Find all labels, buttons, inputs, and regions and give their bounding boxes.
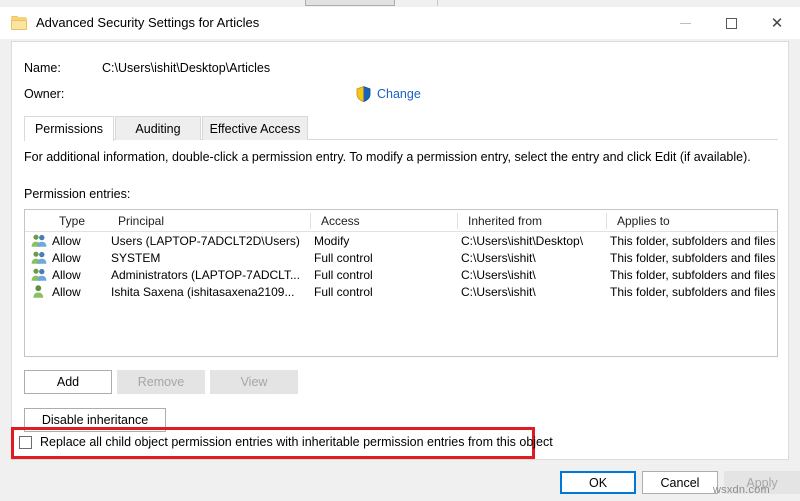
cell-type: Allow bbox=[52, 249, 112, 266]
view-button: View bbox=[210, 370, 298, 394]
cell-inherited-from: C:\Users\ishit\ bbox=[461, 266, 604, 283]
cell-principal: Users (LAPTOP-7ADCLT2D\Users) bbox=[111, 232, 309, 249]
replace-child-permissions-row[interactable]: Replace all child object permission entr… bbox=[19, 435, 553, 449]
cancel-button[interactable]: Cancel bbox=[642, 471, 718, 494]
cell-principal: Ishita Saxena (ishitasaxena2109... bbox=[111, 283, 309, 300]
column-divider bbox=[310, 213, 311, 229]
close-icon: ✕ bbox=[771, 16, 784, 31]
advanced-security-settings-dialog: Advanced Advanced Security Settings for … bbox=[0, 0, 800, 501]
maximize-icon bbox=[726, 18, 737, 29]
ok-button[interactable]: OK bbox=[560, 471, 636, 494]
cell-applies-to: This folder, subfolders and files bbox=[610, 283, 778, 300]
replace-child-permissions-checkbox[interactable] bbox=[19, 436, 32, 449]
dialog-content-panel: Name: C:\Users\ishit\Desktop\Articles Ow… bbox=[11, 41, 789, 460]
change-link[interactable]: Change bbox=[377, 87, 421, 101]
title-bar: Advanced Security Settings for Articles … bbox=[0, 7, 800, 39]
table-row[interactable]: Allow Users (LAPTOP-7ADCLT2D\Users) Modi… bbox=[25, 232, 777, 249]
window-controls: ✕ bbox=[662, 7, 800, 39]
remove-button: Remove bbox=[117, 370, 205, 394]
users-group-icon bbox=[31, 267, 47, 282]
folder-icon bbox=[11, 16, 27, 30]
cell-type: Allow bbox=[52, 283, 112, 300]
column-divider bbox=[457, 213, 458, 229]
cell-inherited-from: C:\Users\ishit\ bbox=[461, 249, 604, 266]
users-group-icon bbox=[31, 233, 47, 248]
cell-access: Modify bbox=[314, 232, 456, 249]
cell-access: Full control bbox=[314, 249, 456, 266]
users-group-icon bbox=[31, 250, 47, 265]
column-header-applies-to[interactable]: Applies to bbox=[610, 210, 778, 231]
name-label: Name: bbox=[24, 61, 61, 75]
watermark: wsxdn.com bbox=[713, 484, 770, 496]
tab-auditing[interactable]: Auditing bbox=[115, 116, 201, 140]
cell-principal: Administrators (LAPTOP-7ADCLT... bbox=[111, 266, 309, 283]
replace-child-permissions-label: Replace all child object permission entr… bbox=[40, 435, 553, 449]
close-button[interactable]: ✕ bbox=[754, 7, 800, 39]
minimize-icon bbox=[680, 23, 691, 24]
owner-label: Owner: bbox=[24, 87, 64, 101]
background-window-edge bbox=[437, 0, 438, 6]
list-header-row: Type Principal Access Inherited from App… bbox=[25, 210, 777, 232]
cell-principal: SYSTEM bbox=[111, 249, 309, 266]
cell-type: Allow bbox=[52, 232, 112, 249]
single-user-icon bbox=[31, 284, 47, 299]
table-row[interactable]: Allow Ishita Saxena (ishitasaxena2109...… bbox=[25, 283, 777, 300]
minimize-button[interactable] bbox=[662, 7, 708, 39]
tab-effective-access[interactable]: Effective Access bbox=[202, 116, 308, 140]
uac-shield-icon bbox=[356, 86, 371, 102]
cell-type: Allow bbox=[52, 266, 112, 283]
background-advanced-button[interactable]: Advanced bbox=[305, 0, 395, 6]
permission-entries-list[interactable]: Type Principal Access Inherited from App… bbox=[24, 209, 778, 357]
change-owner-control[interactable]: Change bbox=[356, 86, 421, 102]
info-text: For additional information, double-click… bbox=[24, 150, 751, 164]
column-divider bbox=[606, 213, 607, 229]
column-header-principal[interactable]: Principal bbox=[111, 210, 309, 231]
permission-entries-label: Permission entries: bbox=[24, 187, 130, 201]
cell-applies-to: This folder, subfolders and files bbox=[610, 249, 778, 266]
name-value: C:\Users\ishit\Desktop\Articles bbox=[102, 61, 270, 75]
cell-applies-to: This folder, subfolders and files bbox=[610, 232, 778, 249]
cell-access: Full control bbox=[314, 283, 456, 300]
dialog-footer: OK Cancel Apply bbox=[0, 462, 800, 501]
cell-inherited-from: C:\Users\ishit\ bbox=[461, 283, 604, 300]
background-window-strip: Advanced bbox=[0, 0, 800, 7]
column-header-inherited-from[interactable]: Inherited from bbox=[461, 210, 604, 231]
tab-strip: Permissions Auditing Effective Access bbox=[24, 116, 778, 140]
column-header-access[interactable]: Access bbox=[314, 210, 456, 231]
add-button[interactable]: Add bbox=[24, 370, 112, 394]
window-title: Advanced Security Settings for Articles bbox=[36, 7, 259, 39]
tab-permissions[interactable]: Permissions bbox=[24, 116, 114, 141]
list-body: Allow Users (LAPTOP-7ADCLT2D\Users) Modi… bbox=[25, 232, 777, 300]
table-row[interactable]: Allow SYSTEM Full control C:\Users\ishit… bbox=[25, 249, 777, 266]
table-row[interactable]: Allow Administrators (LAPTOP-7ADCLT... F… bbox=[25, 266, 777, 283]
cell-applies-to: This folder, subfolders and files bbox=[610, 266, 778, 283]
column-header-type[interactable]: Type bbox=[52, 210, 112, 231]
cell-inherited-from: C:\Users\ishit\Desktop\ bbox=[461, 232, 604, 249]
maximize-button[interactable] bbox=[708, 7, 754, 39]
cell-access: Full control bbox=[314, 266, 456, 283]
